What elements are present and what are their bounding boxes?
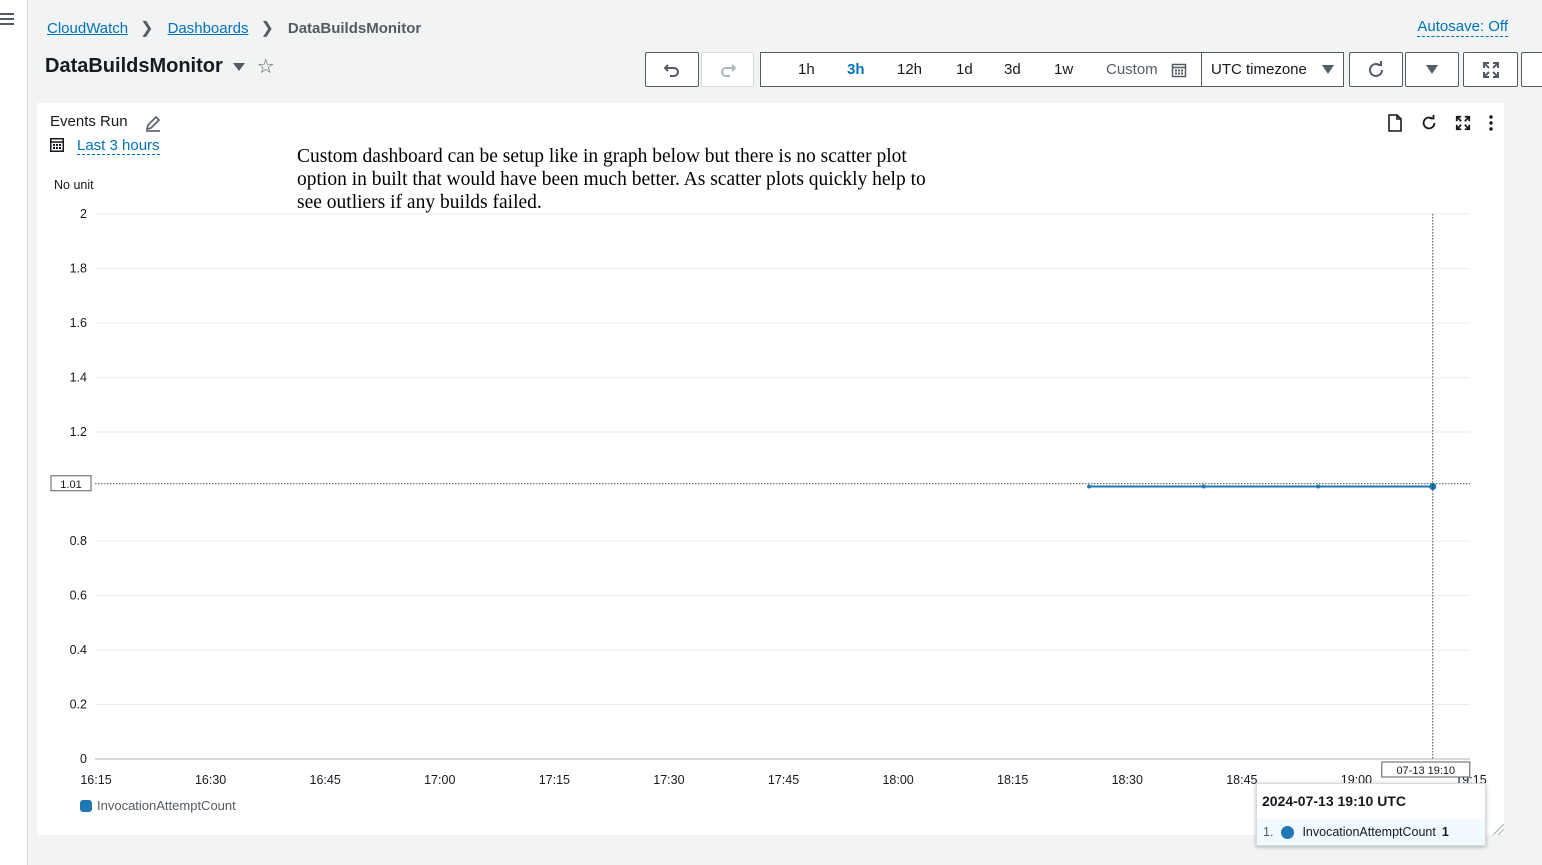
y-tick-label: 2: [80, 207, 87, 221]
x-tick-label: 17:45: [768, 773, 799, 787]
title-row: DataBuildsMonitor ☆: [45, 55, 275, 78]
breadcrumb-current: DataBuildsMonitor: [287, 19, 422, 37]
series-dot-icon: [1281, 825, 1295, 839]
breadcrumb-dashboards[interactable]: Dashboards: [168, 20, 249, 37]
x-tick-label: 17:30: [653, 773, 684, 787]
legend-swatch: [80, 799, 92, 812]
y-tick-label: 0.4: [70, 643, 87, 657]
time-range-selector: 1h 3h 12h 1d 3d 1w Custom UTC timezone: [760, 52, 1344, 87]
x-tick-label: 16:45: [310, 773, 341, 787]
y-tick-label: 0.2: [70, 698, 87, 712]
data-point: [1087, 484, 1092, 489]
tooltip-value: 1: [1441, 825, 1449, 839]
widget-title: Events Run: [50, 113, 128, 130]
caret-down-icon: [1322, 65, 1334, 74]
tooltip-title: 2024-07-13 19:10 UTC: [1262, 793, 1406, 809]
caret-down-icon: [1426, 65, 1438, 74]
tooltip-row: 1. InvocationAttemptCount 1: [1257, 819, 1485, 845]
fullscreen-button[interactable]: [1463, 52, 1518, 87]
range-custom[interactable]: Custom: [1106, 61, 1158, 78]
y-axis-unit-label: No unit: [54, 178, 94, 192]
timezone-label: UTC timezone: [1211, 61, 1307, 78]
calendar-icon[interactable]: [1171, 62, 1187, 78]
y-tick-label: 0.6: [70, 589, 87, 603]
range-3d[interactable]: 3d: [1004, 61, 1021, 78]
x-tick-label: 16:30: [195, 773, 226, 787]
edit-pencil-icon[interactable]: [144, 114, 162, 132]
left-nav-rail: [0, 0, 28, 865]
y-tick-label: 0: [80, 752, 87, 766]
range-12h[interactable]: 12h: [897, 61, 922, 78]
breadcrumb: CloudWatch ❯ Dashboards ❯ DataBuildsMoni…: [47, 18, 421, 38]
refresh-icon: [1369, 60, 1383, 77]
x-tick-label: 17:00: [424, 773, 455, 787]
range-1d[interactable]: 1d: [956, 61, 973, 78]
range-3h[interactable]: 3h: [847, 61, 865, 78]
range-1h[interactable]: 1h: [798, 61, 815, 78]
undo-button[interactable]: [645, 52, 699, 87]
favorite-star-icon[interactable]: ☆: [257, 57, 275, 77]
expand-icon[interactable]: [1451, 112, 1475, 134]
refresh-button[interactable]: [1349, 52, 1403, 87]
resize-handle-icon[interactable]: [1491, 822, 1505, 836]
undo-icon: [663, 63, 679, 77]
chart-tooltip: 2024-07-13 19:10 UTC 1. InvocationAttemp…: [1256, 783, 1486, 846]
x-tick-label: 17:15: [539, 773, 570, 787]
page-title: DataBuildsMonitor: [45, 55, 223, 77]
more-options-icon[interactable]: [1485, 112, 1497, 134]
y-tick-label: 0.8: [70, 534, 87, 548]
widget-toolbar: [1383, 112, 1497, 134]
redo-button[interactable]: [701, 52, 754, 87]
x-tick-label: 18:00: [882, 773, 913, 787]
y-tick-label: 1.2: [70, 425, 87, 439]
refresh-options-button[interactable]: [1405, 52, 1459, 87]
tooltip-index: 1.: [1263, 825, 1274, 839]
legend-item[interactable]: InvocationAttemptCount: [80, 798, 236, 813]
widget-refresh-icon[interactable]: [1417, 112, 1441, 134]
timezone-dropdown[interactable]: UTC timezone: [1201, 52, 1345, 87]
annotation-text: Custom dashboard can be setup like in gr…: [297, 146, 926, 213]
crosshair-y-label: 1.01: [60, 479, 81, 491]
calendar-icon: [50, 138, 64, 152]
document-icon[interactable]: [1383, 112, 1407, 134]
tooltip-series-name: InvocationAttemptCount: [1302, 825, 1436, 839]
fullscreen-icon: [1482, 61, 1499, 78]
chevron-right-icon: ❯: [140, 20, 154, 37]
y-tick-label: 1.8: [70, 262, 87, 276]
x-tick-label: 18:15: [997, 773, 1028, 787]
x-tick-label: 18:30: [1112, 773, 1143, 787]
redo-icon: [720, 63, 736, 77]
range-1w[interactable]: 1w: [1054, 61, 1073, 78]
legend-label: InvocationAttemptCount: [97, 798, 236, 813]
y-tick-label: 1.6: [70, 316, 87, 330]
dashboard-menu-caret-icon[interactable]: [232, 62, 245, 71]
x-tick-label: 18:45: [1226, 773, 1257, 787]
breadcrumb-cloudwatch[interactable]: CloudWatch: [47, 20, 128, 37]
y-tick-label: 1.4: [70, 371, 87, 385]
data-point: [1316, 484, 1321, 489]
chevron-right-icon: ❯: [260, 20, 274, 37]
autosave-toggle[interactable]: Autosave: Off: [1417, 18, 1508, 37]
data-point: [1201, 484, 1206, 489]
actions-button[interactable]: [1521, 52, 1542, 87]
x-tick-label: 16:15: [80, 773, 111, 787]
menu-icon[interactable]: [0, 12, 14, 26]
period-link[interactable]: Last 3 hours: [77, 137, 160, 155]
crosshair-x-label: 07-13 19:10: [1396, 765, 1455, 777]
